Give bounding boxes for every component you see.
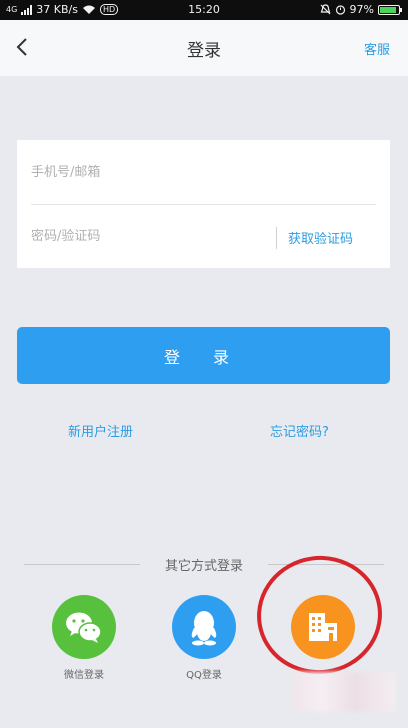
mute-icon	[320, 4, 330, 15]
phone-field-row	[17, 140, 390, 204]
password-code-input[interactable]	[31, 222, 271, 250]
status-right: 97%	[320, 3, 402, 16]
login-form	[17, 140, 390, 268]
alarm-icon	[335, 5, 345, 15]
login-button[interactable]: 登 录	[17, 327, 390, 384]
nav-bar: 登录 客服	[0, 20, 408, 76]
wechat-login-button[interactable]	[52, 595, 116, 659]
get-code-button[interactable]: 获取验证码	[288, 228, 353, 247]
status-bar: 4G 37 KB/s HD 15:20 97%	[0, 0, 408, 20]
other-login-title: 其它方式登录	[164, 559, 243, 574]
phone-email-input[interactable]	[31, 158, 281, 186]
forgot-password-link[interactable]: 忘记密码?	[270, 421, 329, 440]
qq-login-button[interactable]	[172, 595, 236, 659]
divider-left	[24, 564, 140, 565]
battery-percent: 97%	[349, 3, 374, 16]
customer-service-link[interactable]: 客服	[364, 39, 390, 58]
wechat-login-label: 微信登录	[64, 670, 104, 681]
qq-icon	[191, 611, 217, 646]
wechat-icon	[66, 612, 102, 643]
code-divider	[276, 227, 277, 249]
page-title: 登录	[187, 41, 221, 61]
battery-icon	[378, 4, 402, 15]
watermark-blur	[292, 672, 396, 712]
qq-login-label: QQ登录	[186, 670, 222, 681]
highlight-annotation	[249, 547, 390, 683]
register-link[interactable]: 新用户注册	[68, 421, 133, 440]
